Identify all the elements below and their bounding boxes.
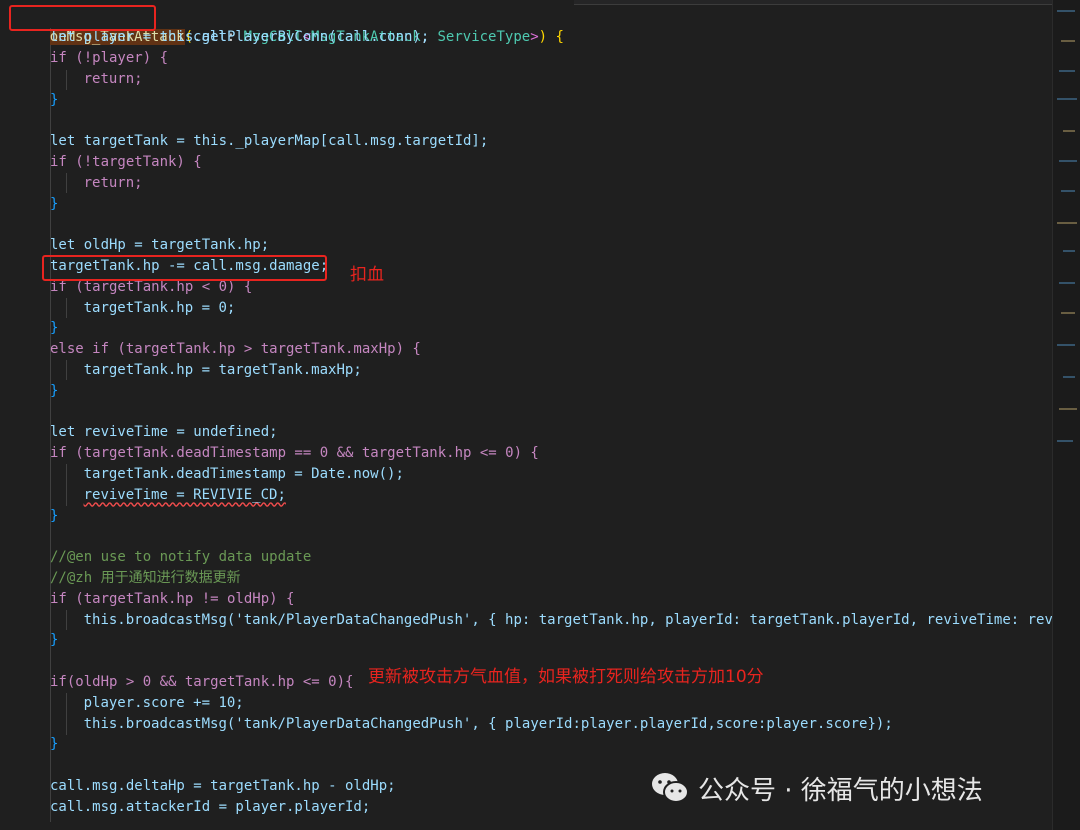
indent-guide: [66, 70, 67, 90]
minimap-line: [1061, 312, 1075, 314]
code-line-12[interactable]: let oldHp = targetTank.hp;: [50, 235, 269, 256]
minimap-line: [1063, 130, 1075, 132]
minimap-line: [1063, 376, 1075, 378]
code-line-5[interactable]: }: [50, 90, 58, 111]
score-annotation: 更新被攻击方气血值，如果被打死则给攻击方加10分: [368, 667, 764, 687]
indent-guide: [66, 693, 67, 735]
minimap-line: [1057, 440, 1073, 442]
code-line-36[interactable]: }: [50, 734, 58, 755]
minimap[interactable]: [1052, 0, 1080, 830]
minimap-line: [1059, 70, 1075, 72]
code-line-38[interactable]: call.msg.deltaHp = targetTank.hp - oldHp…: [50, 776, 396, 797]
wechat-icon: [652, 773, 689, 803]
code-line-33[interactable]: if(oldHp > 0 && targetTank.hp <= 0){: [50, 672, 353, 693]
minimap-line: [1057, 98, 1077, 100]
minimap-line: [1057, 344, 1075, 346]
minimap-line: [1063, 250, 1075, 252]
code-line-8[interactable]: if (!targetTank) {: [50, 152, 202, 173]
indent-guide: [66, 298, 67, 318]
minimap-line: [1061, 190, 1075, 192]
code-line-30[interactable]: this.broadcastMsg('tank/PlayerDataChange…: [84, 610, 1052, 631]
code-line-3[interactable]: if (!player) {: [50, 48, 168, 69]
minimap-line: [1059, 282, 1075, 284]
code-line-31[interactable]: }: [50, 630, 58, 651]
code-line-4[interactable]: return;: [84, 69, 143, 90]
indent-guide: [66, 360, 67, 380]
code-editor[interactable]: onMsg_TankAttack(call: MsgCall<MsgTankAt…: [0, 0, 1052, 830]
code-line-27[interactable]: //@en use to notify data update: [50, 547, 311, 568]
code-line-1[interactable]: onMsg_TankAttack(call: MsgCall<MsgTankAt…: [16, 6, 564, 46]
code-line-14[interactable]: if (targetTank.hp < 0) {: [50, 277, 252, 298]
code-line-18[interactable]: targetTank.hp = targetTank.maxHp;: [84, 360, 362, 381]
code-line-16[interactable]: }: [50, 318, 58, 339]
minimap-line: [1059, 160, 1077, 162]
code-line-10[interactable]: }: [50, 194, 58, 215]
code-line-28[interactable]: //@zh 用于通知进行数据更新: [50, 568, 241, 589]
damage-annotation: 扣血: [350, 265, 384, 285]
code-line-2[interactable]: let player = this.getPlayerByConn(call.c…: [50, 27, 429, 48]
code-line-13[interactable]: targetTank.hp -= call.msg.damage;: [50, 256, 328, 277]
code-line-29[interactable]: if (targetTank.hp != oldHp) {: [50, 589, 294, 610]
code-line-24[interactable]: reviveTime = REVIVIE_CD;: [84, 485, 286, 506]
code-line-9[interactable]: return;: [84, 173, 143, 194]
indent-guide: [66, 173, 67, 193]
watermark: 公众号 · 徐福气的小想法: [650, 766, 983, 810]
code-line-35[interactable]: this.broadcastMsg('tank/PlayerDataChange…: [84, 714, 893, 735]
code-line-39[interactable]: call.msg.attackerId = player.playerId;: [50, 797, 370, 818]
code-line-22[interactable]: if (targetTank.deadTimestamp == 0 && tar…: [50, 443, 539, 464]
indent-guide: [66, 464, 67, 506]
code-line-25[interactable]: }: [50, 506, 58, 527]
code-line-7[interactable]: let targetTank = this._playerMap[call.ms…: [50, 131, 488, 152]
code-line-19[interactable]: }: [50, 381, 58, 402]
minimap-line: [1057, 10, 1075, 12]
code-line-23[interactable]: targetTank.deadTimestamp = Date.now();: [84, 464, 404, 485]
find-widget-edge: [574, 0, 1052, 5]
minimap-line: [1061, 40, 1075, 42]
code-line-34[interactable]: player.score += 10;: [84, 693, 244, 714]
minimap-line: [1059, 408, 1077, 410]
watermark-text: 公众号 · 徐福气的小想法: [698, 775, 983, 806]
code-line-15[interactable]: targetTank.hp = 0;: [84, 298, 236, 319]
indent-guide: [66, 610, 67, 630]
minimap-line: [1057, 222, 1077, 224]
code-line-17[interactable]: else if (targetTank.hp > targetTank.maxH…: [50, 339, 421, 360]
code-line-21[interactable]: let reviveTime = undefined;: [50, 422, 278, 443]
